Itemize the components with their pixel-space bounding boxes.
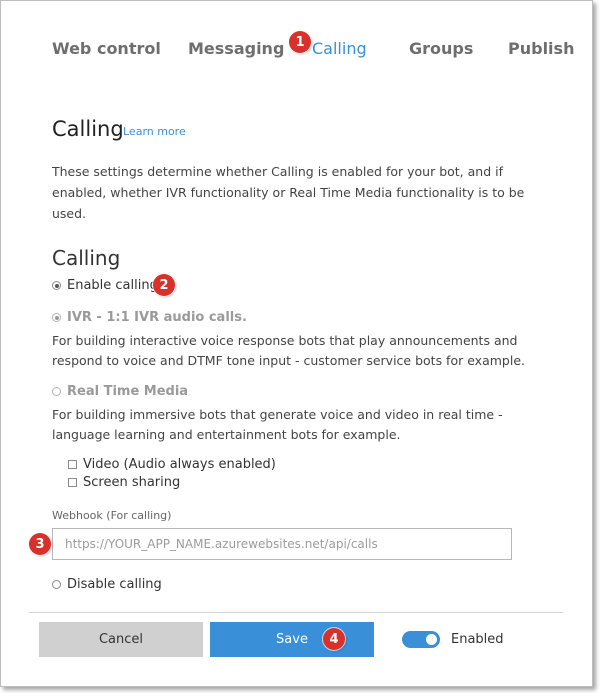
screen-sharing-checkbox[interactable]	[68, 478, 77, 487]
disable-calling-label: Disable calling	[67, 577, 162, 592]
real-time-media-radio[interactable]	[52, 387, 61, 396]
video-checkbox[interactable]	[68, 460, 77, 469]
webhook-label: Webhook (For calling)	[52, 509, 172, 522]
webhook-input[interactable]	[52, 528, 512, 560]
tab-groups[interactable]: Groups	[409, 39, 473, 58]
section-title-calling: Calling	[52, 246, 121, 270]
save-button[interactable]: Save	[210, 622, 374, 657]
tab-publish[interactable]: Publish	[508, 39, 574, 58]
ivr-label: IVR - 1:1 IVR audio calls.	[67, 310, 247, 325]
screen-sharing-option[interactable]: Screen sharing	[68, 475, 180, 490]
bot-settings-panel: Web control Messaging Calling Groups Pub…	[0, 0, 593, 687]
learn-more-link[interactable]: Learn more	[123, 125, 186, 138]
disable-calling-option[interactable]: Disable calling	[52, 577, 162, 592]
ivr-option[interactable]: IVR - 1:1 IVR audio calls.	[52, 310, 247, 325]
enable-calling-option[interactable]: Enable calling	[52, 278, 158, 293]
enabled-toggle[interactable]	[402, 631, 440, 648]
video-label: Video (Audio always enabled)	[83, 457, 276, 472]
annotation-badge-1: 1	[289, 31, 311, 53]
enabled-label: Enabled	[451, 632, 504, 647]
page-title: Calling	[52, 117, 124, 141]
real-time-media-help-text: For building immersive bots that generat…	[52, 407, 503, 442]
tab-messaging[interactable]: Messaging	[188, 39, 284, 58]
tab-calling[interactable]: Calling	[312, 39, 367, 58]
cancel-button[interactable]: Cancel	[39, 622, 203, 657]
video-option[interactable]: Video (Audio always enabled)	[68, 457, 276, 472]
real-time-media-label: Real Time Media	[67, 384, 189, 399]
enable-calling-radio[interactable]	[52, 281, 61, 290]
disable-calling-radio[interactable]	[52, 580, 61, 589]
ivr-radio[interactable]	[52, 313, 61, 322]
toggle-knob	[426, 634, 437, 645]
page-description: These settings determine whether Calling…	[52, 164, 525, 221]
footer-divider	[29, 612, 563, 613]
annotation-badge-3: 3	[29, 533, 51, 555]
enable-calling-label: Enable calling	[67, 278, 158, 293]
ivr-help-text: For building interactive voice response …	[52, 333, 525, 368]
screen-sharing-label: Screen sharing	[83, 475, 181, 490]
real-time-media-option[interactable]: Real Time Media	[52, 384, 188, 399]
annotation-badge-2: 2	[153, 274, 175, 296]
annotation-badge-4: 4	[323, 628, 345, 650]
tab-web-control[interactable]: Web control	[52, 39, 161, 58]
